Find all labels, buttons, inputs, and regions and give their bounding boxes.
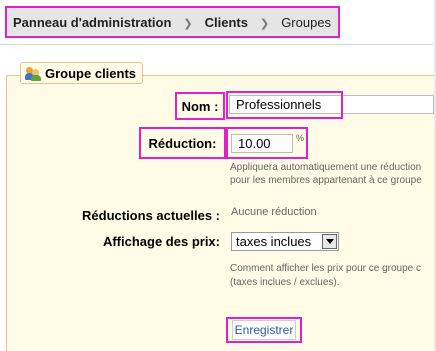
reduction-help-line-2: pour les membres appartenant à ce groupe [230, 175, 422, 186]
breadcrumb-item-clients[interactable]: Clients [205, 15, 248, 30]
breadcrumb-item-admin-panel[interactable]: Panneau d'administration [13, 15, 171, 30]
dropdown-arrow-icon[interactable] [322, 234, 337, 249]
save-button[interactable]: Enregistrer [231, 320, 297, 340]
name-field-highlight [226, 91, 343, 119]
reduction-label: Réduction: [139, 127, 226, 159]
section-legend: Groupe clients [20, 62, 144, 84]
current-reductions-label: Réductions actuelles : [82, 208, 220, 223]
price-display-select[interactable]: taxes inclues [231, 232, 339, 251]
save-button-highlight: Enregistrer [226, 317, 302, 343]
header-divider [0, 44, 436, 45]
breadcrumb: Panneau d'administration Clients Groupes [5, 6, 340, 38]
breadcrumb-item-groups: Groupes [281, 14, 332, 30]
name-label: Nom : [175, 92, 225, 120]
section-title: Groupe clients [45, 65, 137, 81]
reduction-help-line-1: Appliquera automatiquement une réduction [230, 162, 422, 173]
reduction-field-highlight [226, 127, 308, 159]
chevron-right-icon [183, 14, 192, 30]
price-display-help-line-2: (taxes inclues / exclues). [230, 277, 340, 288]
price-display-selected: taxes inclues [236, 234, 312, 249]
users-group-icon [25, 65, 41, 81]
price-display-label: Affichage des prix: [102, 234, 220, 249]
breadcrumb-bar: Panneau d'administration Clients Groupes [0, 0, 436, 44]
current-reductions-value: Aucune réduction [231, 206, 317, 218]
price-display-help-line-1: Comment afficher les prix pour ce groupe… [230, 263, 422, 274]
chevron-right-icon [260, 14, 269, 30]
